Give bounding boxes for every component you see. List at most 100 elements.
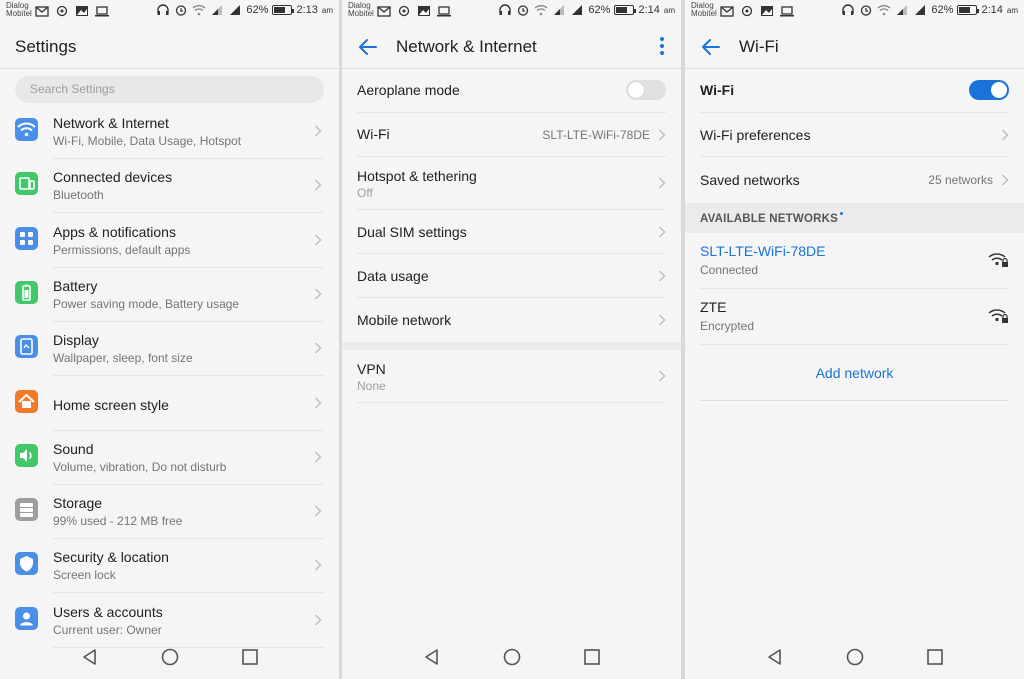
- network-header: Network & Internet: [342, 26, 681, 68]
- settings-item-label: Battery: [53, 277, 98, 294]
- alarm-icon: [861, 5, 872, 16]
- apps-icon: [15, 226, 38, 250]
- settings-item-apps-notifications[interactable]: Apps & notifications Permissions, default…: [0, 214, 324, 268]
- add-network-button[interactable]: Add network: [700, 345, 1009, 401]
- back-arrow-icon[interactable]: [358, 37, 378, 57]
- vpn-row[interactable]: VPN None: [357, 350, 666, 403]
- carrier-label: Dialog Mobitel: [6, 2, 32, 18]
- settings-item-battery[interactable]: Battery Power saving mode, Battery usage: [0, 268, 324, 322]
- home-nav-icon[interactable]: [846, 648, 864, 666]
- laptop-icon: [95, 6, 109, 17]
- status-bar: Dialog Mobitel 62% 2:14 am: [342, 0, 681, 26]
- back-nav-icon[interactable]: [423, 648, 441, 666]
- chevron-right-icon: [315, 125, 322, 137]
- aeroplane-mode-toggle[interactable]: [626, 80, 666, 100]
- dual-sim-row[interactable]: Dual SIM settings: [357, 210, 666, 254]
- home-nav-icon[interactable]: [161, 648, 179, 666]
- settings-item-label: Home screen style: [53, 396, 169, 413]
- back-nav-icon[interactable]: [766, 648, 784, 666]
- chevron-right-icon: [315, 397, 322, 408]
- settings-item-connected-devices[interactable]: Connected devices Bluetooth: [0, 159, 324, 214]
- chevron-right-icon: [659, 226, 666, 238]
- page-title: Network & Internet: [396, 37, 537, 56]
- nav-bar: [685, 635, 1024, 679]
- devices-icon: [15, 172, 38, 196]
- network-item[interactable]: ZTE Encrypted: [700, 289, 1009, 345]
- settings-item-summary: Power saving mode, Battery usage: [53, 296, 240, 311]
- settings-item-summary: Permissions, default apps: [53, 242, 191, 257]
- battery-percent: 62%: [588, 4, 611, 16]
- chevron-right-icon: [315, 614, 322, 626]
- chevron-right-icon: [315, 288, 322, 300]
- saved-networks-row[interactable]: Saved networks 25 networks: [700, 157, 1009, 201]
- battery-status-icon: [614, 5, 637, 15]
- notification-icons: [720, 5, 794, 17]
- clock-ampm: am: [663, 5, 675, 15]
- settings-item-label: Connected devices: [53, 169, 173, 186]
- hotspot-status: Off: [357, 186, 373, 200]
- gmail-icon: [720, 6, 734, 17]
- wifi-row[interactable]: Wi-Fi SLT-LTE-WiFi-78DE: [357, 113, 666, 157]
- wifi-lock-icon: [988, 253, 1008, 267]
- page-title: Settings: [15, 37, 77, 56]
- chevron-right-icon: [315, 451, 322, 463]
- more-options-icon[interactable]: [659, 36, 665, 56]
- settings-item-label: Storage: [53, 495, 103, 512]
- aeroplane-mode-label: Aeroplane mode: [357, 82, 460, 98]
- image-icon: [761, 6, 773, 16]
- add-network-divider: [700, 400, 1009, 401]
- signal-icon-2: [230, 5, 241, 15]
- chevron-right-icon: [315, 342, 322, 354]
- settings-item-summary: Wi-Fi, Mobile, Data Usage, Hotspot: [53, 134, 242, 148]
- wifi-status-icon: [877, 5, 891, 16]
- battery-status-icon: [957, 5, 980, 15]
- settings-item-display[interactable]: Display Wallpaper, sleep, font size: [0, 322, 324, 377]
- settings-item-home-screen-style[interactable]: Home screen style: [0, 377, 324, 431]
- network-item-connected[interactable]: SLT-LTE-WiFi-78DE Connected: [700, 233, 1009, 289]
- chat-icon: [398, 5, 410, 17]
- settings-item-summary: Wallpaper, sleep, font size: [53, 351, 193, 366]
- wifi-toggle-row[interactable]: Wi-Fi: [700, 69, 1009, 113]
- network-status: Connected: [700, 263, 759, 277]
- settings-item-network-internet[interactable]: Network & Internet Wi-Fi, Mobile, Data Us…: [0, 105, 324, 159]
- mobile-network-row[interactable]: Mobile network: [357, 298, 666, 342]
- settings-item-label: Apps & notifications: [53, 223, 176, 240]
- settings-item-storage[interactable]: Storage 99% used - 212 MB free: [0, 485, 324, 540]
- mobile-network-label: Mobile network: [357, 312, 452, 328]
- chevron-right-icon: [659, 270, 666, 282]
- chevron-right-icon: [315, 234, 322, 246]
- back-arrow-icon[interactable]: [701, 37, 721, 57]
- settings-item-security-location[interactable]: Security & location Screen lock: [0, 539, 324, 594]
- headset-icon: [842, 4, 855, 15]
- status-right: 62% 2:14 am: [498, 4, 675, 16]
- recents-nav-icon[interactable]: [926, 648, 944, 666]
- hotspot-row[interactable]: Hotspot & tethering Off: [357, 157, 666, 210]
- recents-nav-icon[interactable]: [241, 648, 259, 666]
- wifi-preferences-row[interactable]: Wi-Fi preferences: [700, 113, 1009, 157]
- carrier-line-2: Mobitel: [6, 9, 32, 18]
- scanning-indicator: [840, 212, 843, 215]
- notification-icons: [35, 5, 109, 17]
- data-usage-row[interactable]: Data usage: [357, 254, 666, 298]
- back-nav-icon[interactable]: [81, 648, 99, 666]
- wifi-connected-network: SLT-LTE-WiFi-78DE: [542, 128, 650, 142]
- wifi-status-icon: [192, 5, 206, 16]
- wifi-toggle[interactable]: [969, 80, 1009, 100]
- search-input[interactable]: Search Settings: [15, 76, 324, 103]
- shield-icon: [15, 552, 38, 576]
- chevron-right-icon: [659, 177, 666, 189]
- wifi-toggle-label: Wi-Fi: [700, 82, 735, 98]
- aeroplane-mode-row[interactable]: Aeroplane mode: [357, 69, 666, 113]
- chat-icon: [56, 5, 68, 17]
- home-nav-icon[interactable]: [503, 648, 521, 666]
- recents-nav-icon[interactable]: [583, 648, 601, 666]
- settings-item-label: Display: [53, 332, 99, 349]
- vpn-label: VPN: [357, 361, 386, 377]
- header-divider: [0, 68, 339, 69]
- settings-item-sound[interactable]: Sound Volume, vibration, Do not disturb: [0, 431, 324, 485]
- signal-icon-2: [915, 5, 926, 15]
- image-icon: [418, 6, 430, 16]
- chevron-right-icon: [659, 370, 666, 382]
- wifi-lock-icon: [988, 309, 1008, 323]
- settings-item-label: Users & accounts: [53, 603, 163, 620]
